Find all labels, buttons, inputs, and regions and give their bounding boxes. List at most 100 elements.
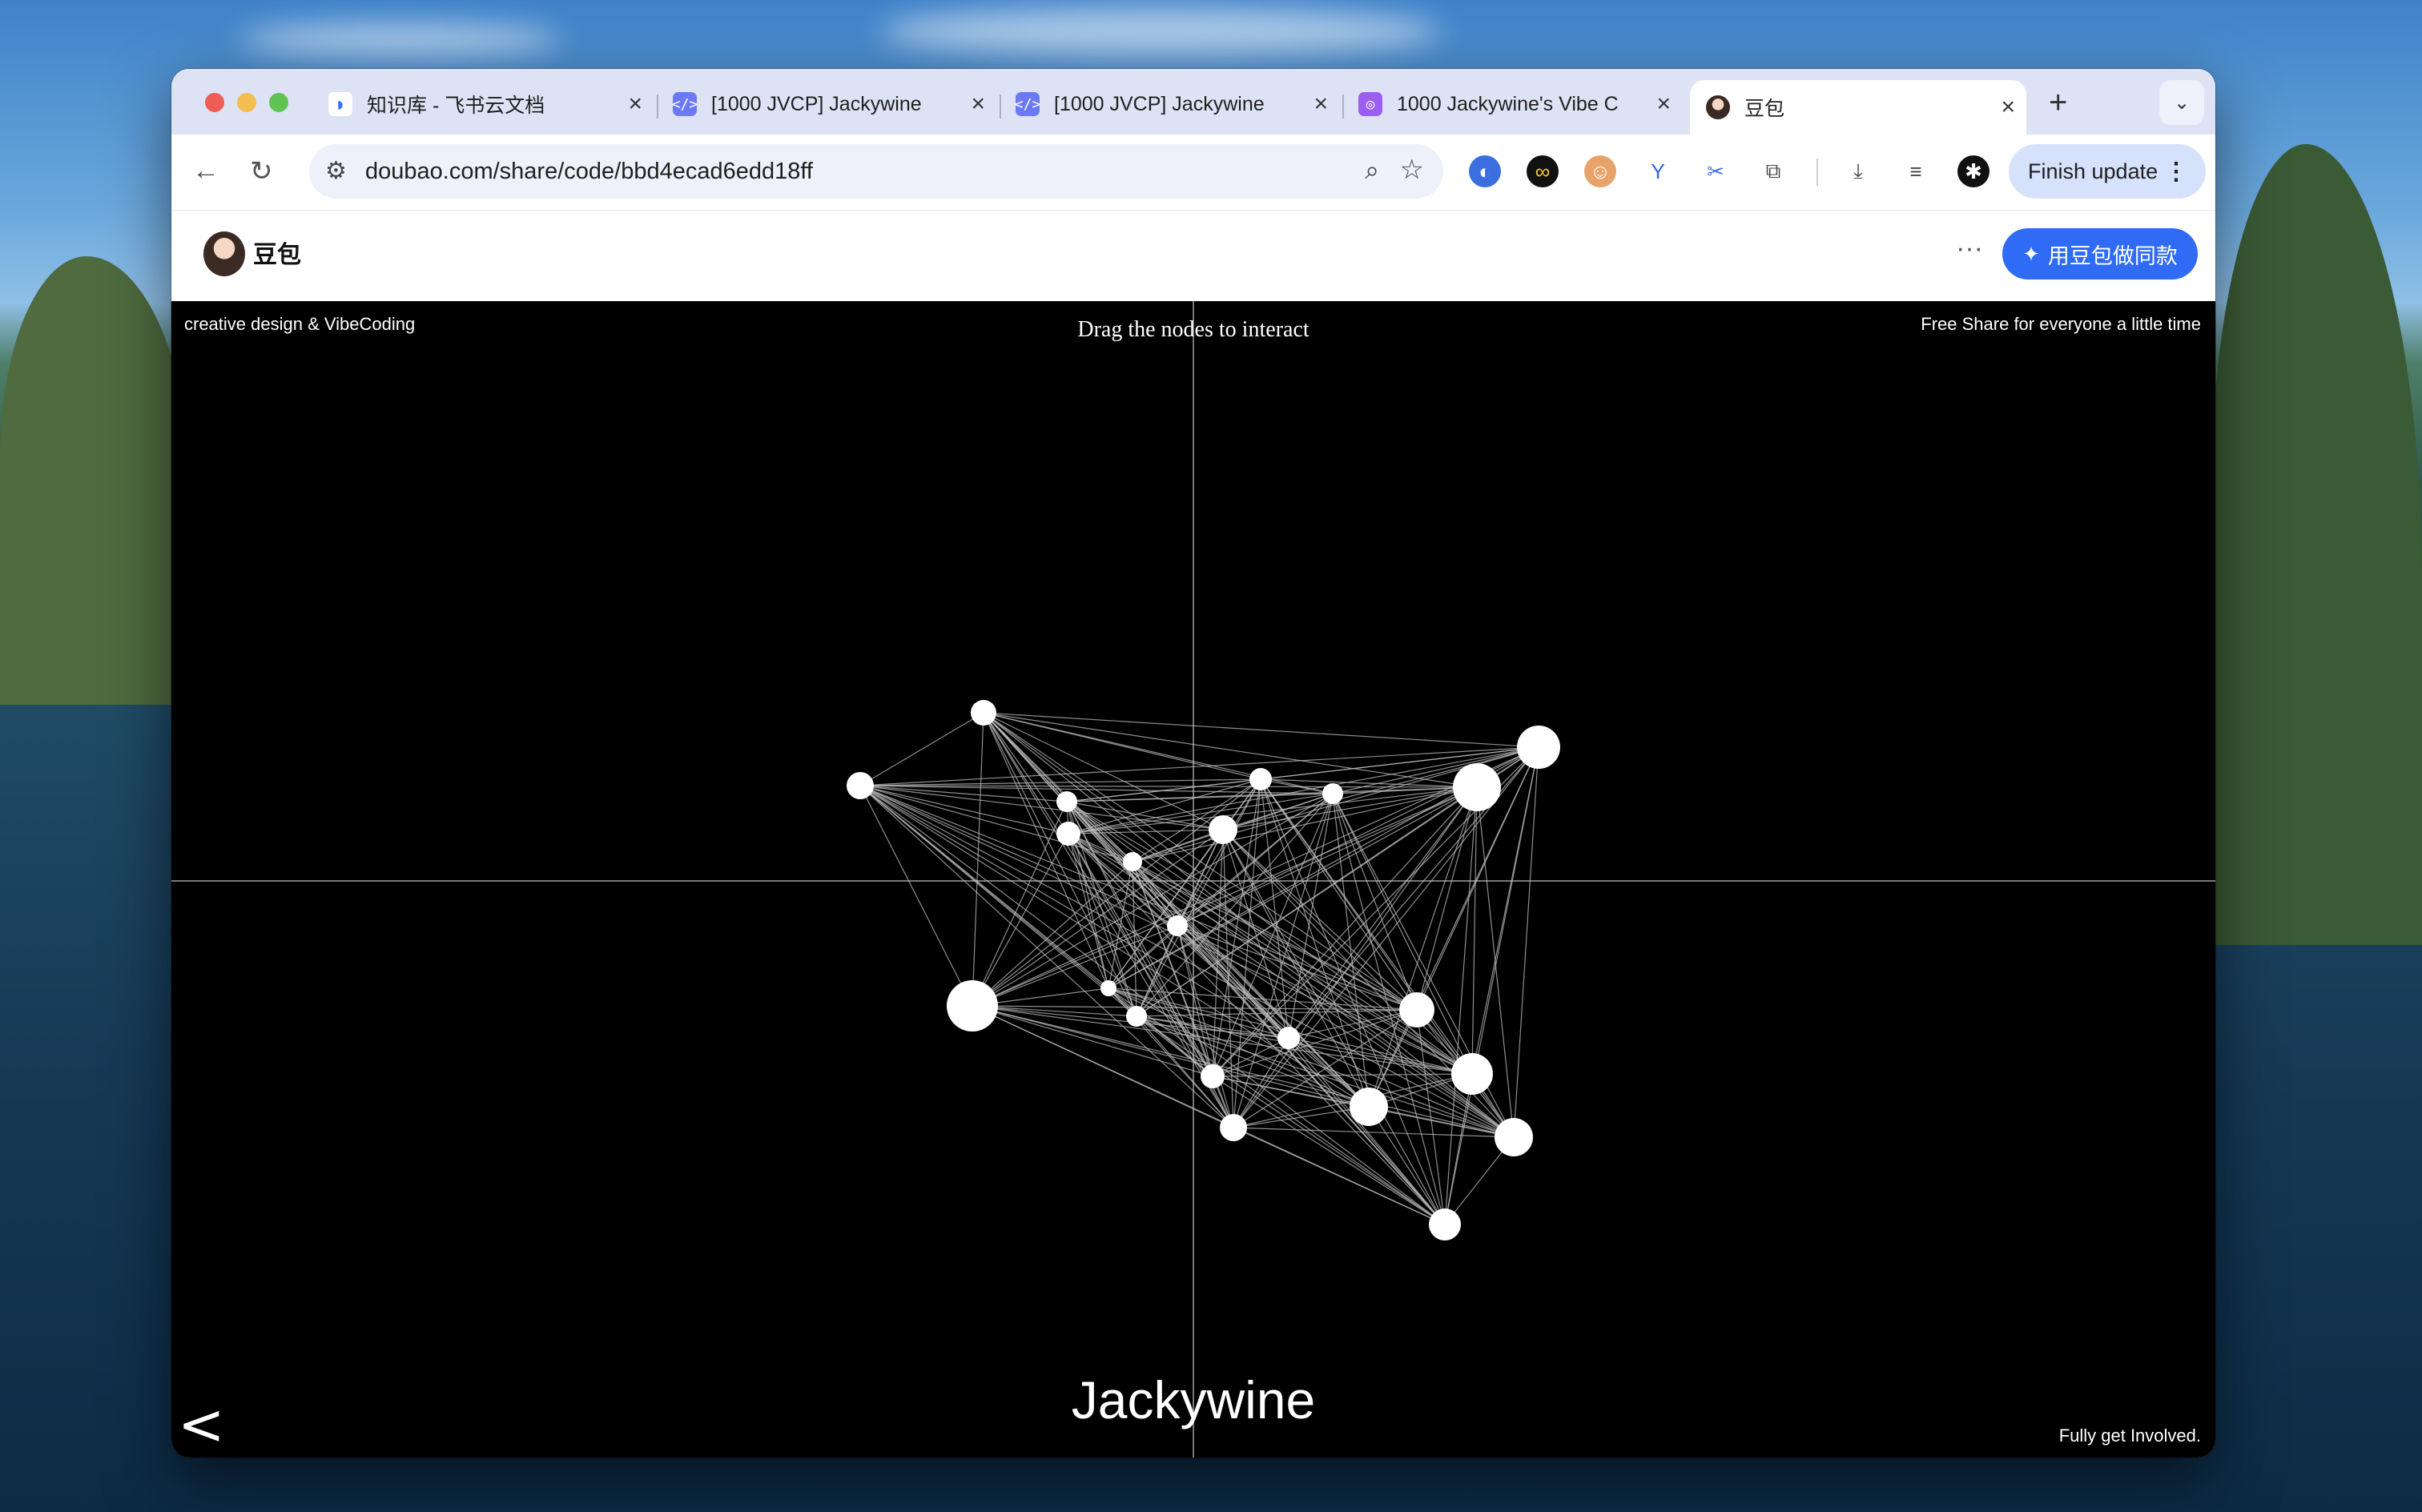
graph-node[interactable] [1167, 915, 1188, 936]
media-control-icon[interactable]: ≡ [1900, 155, 1932, 187]
close-icon[interactable]: × [1314, 90, 1328, 118]
graph-edge [859, 712, 984, 786]
graph-edge [983, 712, 1539, 748]
graph-node[interactable] [1100, 980, 1116, 996]
make-same-label: 用豆包做同款 [2047, 243, 2178, 268]
close-window-button[interactable] [205, 93, 224, 112]
tab-title: 豆包 [1744, 98, 1785, 120]
url-text[interactable]: doubao.com/share/code/bbd4ecad6edd18ff [365, 159, 813, 185]
close-icon[interactable]: × [1656, 90, 1671, 118]
reload-icon[interactable]: ↻ [250, 155, 273, 187]
graph-edge [1471, 786, 1478, 1075]
doubao-avatar[interactable] [203, 231, 245, 276]
extensions-puzzle-icon[interactable]: ⧉ [1757, 155, 1789, 187]
graph-edge [972, 801, 1068, 1007]
close-icon[interactable]: × [971, 90, 985, 118]
app-name[interactable]: 豆包 [253, 235, 301, 270]
extension-face-icon[interactable]: ☺ [1584, 155, 1616, 187]
graph-node[interactable] [1322, 783, 1343, 804]
graph-node[interactable] [1350, 1088, 1388, 1126]
close-icon[interactable]: × [628, 90, 642, 118]
graph-node[interactable] [1126, 1006, 1147, 1027]
graph-edge [1513, 746, 1539, 1138]
site-settings-icon[interactable]: ⚙ [325, 157, 347, 185]
graph-node[interactable] [1429, 1208, 1461, 1241]
graph-edge [1108, 987, 1370, 1108]
graph-node[interactable] [1123, 852, 1142, 871]
graph-node[interactable] [1517, 726, 1560, 769]
close-icon[interactable]: × [2001, 94, 2015, 121]
vibe-icon: ◎ [1358, 92, 1382, 116]
app-header: 豆包 ··· ✦ 用豆包做同款 [171, 210, 2215, 299]
tab-vibe[interactable]: ◎ 1000 Jackywine's Vibe C × [1358, 80, 1682, 128]
graph-edge [972, 712, 984, 1007]
back-arrow-icon[interactable]: < [178, 1392, 225, 1458]
browser-window: ◗ 知识库 - 飞书云文档 × </> [1000 JVCP] Jackywin… [171, 69, 2215, 1458]
sparkle-icon: ✦ [2022, 241, 2040, 266]
graph-edge [983, 712, 1473, 1075]
graph-edge [972, 833, 1069, 1007]
extension-c-icon[interactable]: ◐ [1469, 155, 1501, 187]
extension-infinity-icon[interactable]: ∞ [1527, 155, 1559, 187]
mountain-left [0, 256, 192, 705]
graph-node[interactable] [847, 772, 874, 799]
graph-edges [859, 712, 1539, 1225]
graph-edge [983, 712, 1334, 794]
doubao-avatar-icon [1706, 95, 1730, 119]
node-graph[interactable] [171, 301, 2215, 1458]
graph-edge [1132, 861, 1137, 1017]
interaction-hint: Drag the nodes to interact [1077, 317, 1310, 342]
minimize-window-button[interactable] [237, 93, 256, 112]
graph-node[interactable] [1220, 1114, 1247, 1141]
graph-edge [1288, 786, 1478, 1039]
graph-node[interactable] [1056, 822, 1080, 846]
tab-doubao[interactable]: 豆包 × [1690, 80, 2026, 135]
menu-dots-icon[interactable]: ⋮ [2164, 158, 2188, 186]
graph-edge [983, 712, 1109, 989]
graph-node[interactable] [947, 980, 998, 1031]
maximize-window-button[interactable] [269, 93, 288, 112]
mountain-right [2211, 144, 2422, 945]
more-options-icon[interactable]: ··· [1956, 233, 1983, 264]
download-icon[interactable]: ⤓ [1842, 155, 1874, 187]
browser-toolbar: ← ↻ ⚙ doubao.com/share/code/bbd4ecad6edd… [171, 135, 2215, 210]
tab-search-button[interactable]: ⌄ [2159, 80, 2204, 125]
graph-node[interactable] [1453, 763, 1501, 811]
tab-jvcp-1[interactable]: </> [1000 JVCP] Jackywine × [672, 80, 996, 128]
back-icon[interactable]: ← [192, 155, 219, 187]
address-bar[interactable]: ⚙ doubao.com/share/code/bbd4ecad6edd18ff… [309, 144, 1443, 199]
finish-update-button[interactable]: Finish update ⋮ [2009, 144, 2206, 199]
tab-title: [1000 JVCP] Jackywine [711, 92, 922, 115]
code-icon: </> [672, 92, 698, 116]
graph-node[interactable] [1201, 1064, 1225, 1088]
tab-jvcp-2[interactable]: </> [1000 JVCP] Jackywine × [1015, 80, 1339, 128]
graph-node[interactable] [1451, 1053, 1493, 1095]
zoom-icon[interactable]: ⌕ [1365, 155, 1379, 186]
toolbar-divider [1816, 159, 1818, 186]
tab-title: 知识库 - 飞书云文档 [367, 94, 545, 117]
bookmark-star-icon[interactable]: ☆ [1400, 154, 1424, 186]
graph-node[interactable] [1249, 768, 1272, 790]
graph-edge [1136, 1015, 1370, 1108]
extension-scissors-icon[interactable]: ✂ [1700, 155, 1732, 187]
extension-y-icon[interactable]: Y [1642, 155, 1674, 187]
new-tab-button[interactable]: + [2049, 85, 2067, 121]
graph-node[interactable] [1277, 1027, 1300, 1049]
graph-edge [983, 712, 1478, 788]
graph-node[interactable] [1056, 791, 1077, 812]
finish-update-label: Finish update [2028, 159, 2158, 183]
tab-divider [1342, 94, 1344, 119]
cloud [881, 8, 1442, 56]
graph-node[interactable] [971, 700, 996, 726]
tab-divider [1000, 94, 1001, 119]
profile-avatar-icon[interactable]: ✱ [1957, 155, 1990, 187]
graph-edge [1444, 786, 1478, 1225]
tab-divider [657, 94, 658, 119]
tab-feishu[interactable]: ◗ 知识库 - 飞书云文档 × [328, 80, 654, 128]
graph-node[interactable] [1399, 992, 1434, 1027]
top-right-caption: Free Share for everyone a little time [1921, 314, 2201, 334]
graph-node[interactable] [1495, 1118, 1533, 1156]
graph-node[interactable] [1209, 815, 1237, 844]
make-same-button[interactable]: ✦ 用豆包做同款 [2002, 228, 2198, 279]
graph-canvas[interactable]: creative design & VibeCoding Drag the no… [171, 301, 2215, 1458]
